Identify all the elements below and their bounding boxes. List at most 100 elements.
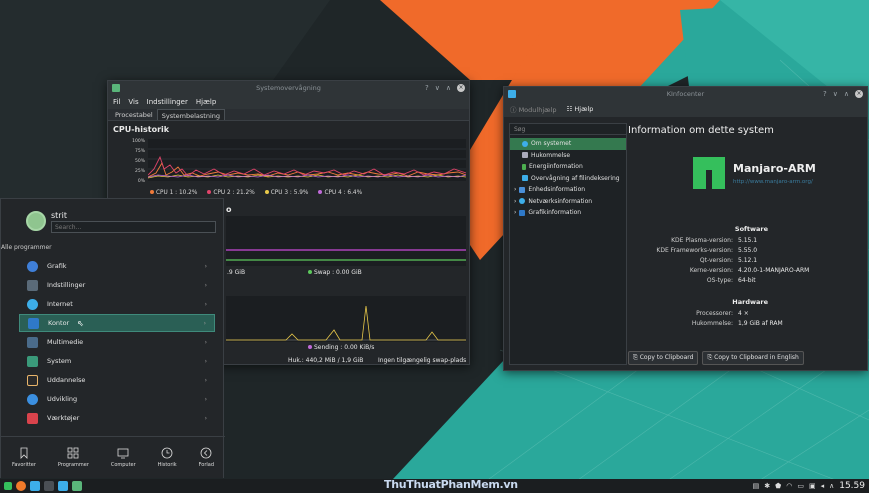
volume-icon[interactable]: ◂ (821, 482, 825, 490)
expand-arrow-icon[interactable]: › (514, 209, 516, 216)
clipboard-icon[interactable]: ▤ (753, 482, 760, 490)
chevron-right-icon: › (204, 395, 207, 403)
status-memory: Huk.: 440,2 MiB / 1,9 GiB (288, 357, 364, 364)
module-help-button[interactable]: ⓘ Modulhjælp (510, 104, 556, 114)
task-kinfocenter-icon[interactable] (58, 481, 68, 491)
copy-to-clipboard-button[interactable]: ⎘ Copy to Clipboard (628, 351, 699, 365)
bookmark-icon (20, 447, 28, 459)
category-udvikling[interactable]: Udvikling › (19, 390, 215, 408)
tree-item-om-systemet[interactable]: Om systemet (510, 138, 626, 150)
kinfocenter-app-icon (508, 90, 516, 98)
category-uddannelse[interactable]: Uddannelse › (19, 371, 215, 389)
tab-historik[interactable]: Historik (158, 447, 177, 468)
maximize-icon[interactable]: ∧ (844, 90, 849, 98)
file-index-icon (522, 175, 528, 182)
category-system[interactable]: System › (19, 352, 215, 370)
system-monitor-title: Systemovervågning (256, 84, 321, 92)
terminal-icon[interactable] (44, 481, 54, 491)
memory-value: .9 GiB (227, 269, 246, 276)
bluetooth-icon[interactable]: ✱ (764, 482, 770, 490)
sending-label: Sending : 0.00 KiB/s (308, 344, 374, 351)
system-monitor-titlebar[interactable]: Systemovervågning ? ∨ ∧ × (108, 81, 469, 95)
status-swap: Ingen tilgængelig swap-plads (378, 357, 467, 364)
office-icon (28, 317, 39, 329)
help-icon[interactable]: ? (823, 90, 827, 98)
system-info-panel: Information om dette system Manjaro-ARM … (628, 123, 863, 365)
firefox-icon[interactable] (16, 481, 26, 491)
tab-programmer[interactable]: Programmer (58, 447, 89, 468)
network-graph (226, 296, 466, 342)
avatar[interactable] (26, 211, 46, 231)
multimedia-icon (27, 336, 38, 348)
memory-icon (522, 152, 528, 159)
expand-arrow-icon[interactable]: › (514, 186, 516, 193)
distro-url-link[interactable]: http://www.manjaro-arm.org/ (733, 179, 816, 185)
wifi-icon[interactable]: ◠ (786, 482, 792, 490)
swap-label: Swap : 0.00 GiB (308, 269, 362, 276)
lock-icon[interactable]: ▣ (809, 482, 816, 490)
manjaro-logo-icon (693, 157, 725, 189)
kinfocenter-titlebar[interactable]: KInfocenter ? ∨ ∧ × (504, 87, 867, 101)
battery-icon[interactable]: ▭ (797, 482, 804, 490)
graphics-icon (519, 209, 526, 216)
clock-icon (161, 447, 173, 459)
expand-arrow-icon[interactable]: › (514, 198, 516, 205)
category-multimedie[interactable]: Multimedie › (19, 333, 215, 351)
clock[interactable]: 15.59 (839, 481, 865, 491)
launcher-search-input[interactable]: Search... (51, 221, 216, 233)
category-grafik[interactable]: Grafik › (19, 257, 215, 275)
help-menu-button[interactable]: ☷ Hjælp (566, 105, 593, 113)
module-search-input[interactable]: Søg (510, 124, 626, 135)
y-tick-75: 75% (134, 149, 145, 154)
menu-fil[interactable]: Fil (113, 98, 120, 106)
kv-plasma: KDE Plasma-version: 5.15.1 (671, 237, 758, 244)
system-icon (27, 355, 38, 367)
menu-hjaelp[interactable]: Hjælp (196, 98, 216, 106)
chevron-right-icon: › (204, 300, 207, 308)
kv-frameworks: KDE Frameworks-version: 5.55.0 (656, 247, 758, 254)
tree-item-hukommelse[interactable]: Hukommelse (510, 150, 626, 162)
launcher-menu-icon[interactable] (4, 482, 12, 490)
tree-item-grafikinformation[interactable]: › Grafikinformation (510, 207, 626, 219)
tray-expand-icon[interactable]: ∧ (829, 482, 834, 490)
tree-item-energiinformation[interactable]: Energiinformation (510, 161, 626, 173)
tab-systembelastning[interactable]: Systembelastning (156, 109, 225, 120)
kv-memory: Hukommelse: 1,9 GiB af RAM (691, 320, 783, 327)
system-monitor-app-icon (112, 84, 120, 92)
tree-item-enhedsinformation[interactable]: › Enhedsinformation (510, 184, 626, 196)
maximize-icon[interactable]: ∧ (446, 84, 451, 92)
minimize-icon[interactable]: ∨ (833, 90, 838, 98)
system-monitor-tabs: Procestabel Systembelastning (108, 109, 469, 121)
task-system-monitor-icon[interactable] (72, 481, 82, 491)
info-icon (522, 140, 528, 147)
copy-to-clipboard-english-button[interactable]: ⎘ Copy to Clipboard in English (702, 351, 804, 365)
category-kontor[interactable]: Kontor ⇖ › (19, 314, 215, 332)
chevron-right-icon: › (203, 319, 206, 327)
legend-cpu1: CPU 1 : 10.2% (150, 190, 197, 196)
tab-computer[interactable]: Computer (111, 447, 136, 468)
tab-favoritter[interactable]: Favoritter (12, 447, 36, 468)
legend-cpu4: CPU 4 : 6.4% (318, 190, 362, 196)
category-vaerktoejer[interactable]: Værktøjer › (19, 409, 215, 427)
system-monitor-menubar: Fil Vis Indstillinger Hjælp (108, 95, 469, 109)
tab-forlad[interactable]: Forlad (199, 447, 214, 468)
close-icon[interactable]: × (457, 84, 465, 92)
chevron-right-icon: › (204, 338, 207, 346)
kinfocenter-title: KInfocenter (666, 90, 705, 98)
education-icon (27, 374, 38, 386)
menu-vis[interactable]: Vis (128, 98, 138, 106)
help-icon[interactable]: ? (425, 84, 429, 92)
distro-name: Manjaro-ARM (733, 161, 816, 175)
hardware-heading: Hardware (732, 298, 768, 306)
category-internet[interactable]: Internet › (19, 295, 215, 313)
minimize-icon[interactable]: ∨ (435, 84, 440, 92)
tree-item-netvaerksinformation[interactable]: › Netværksinformation (510, 196, 626, 208)
tree-item-filindeksering[interactable]: Overvågning af filindeksering (510, 173, 626, 185)
close-icon[interactable]: × (855, 90, 863, 98)
category-indstillinger[interactable]: Indstillinger › (19, 276, 215, 294)
shield-icon[interactable]: ⬟ (775, 482, 781, 490)
menu-indstillinger[interactable]: Indstillinger (147, 98, 188, 106)
tab-procestabel[interactable]: Procestabel (111, 109, 157, 120)
file-manager-icon[interactable] (30, 481, 40, 491)
kv-processors: Processorer: 4 × (696, 310, 749, 317)
